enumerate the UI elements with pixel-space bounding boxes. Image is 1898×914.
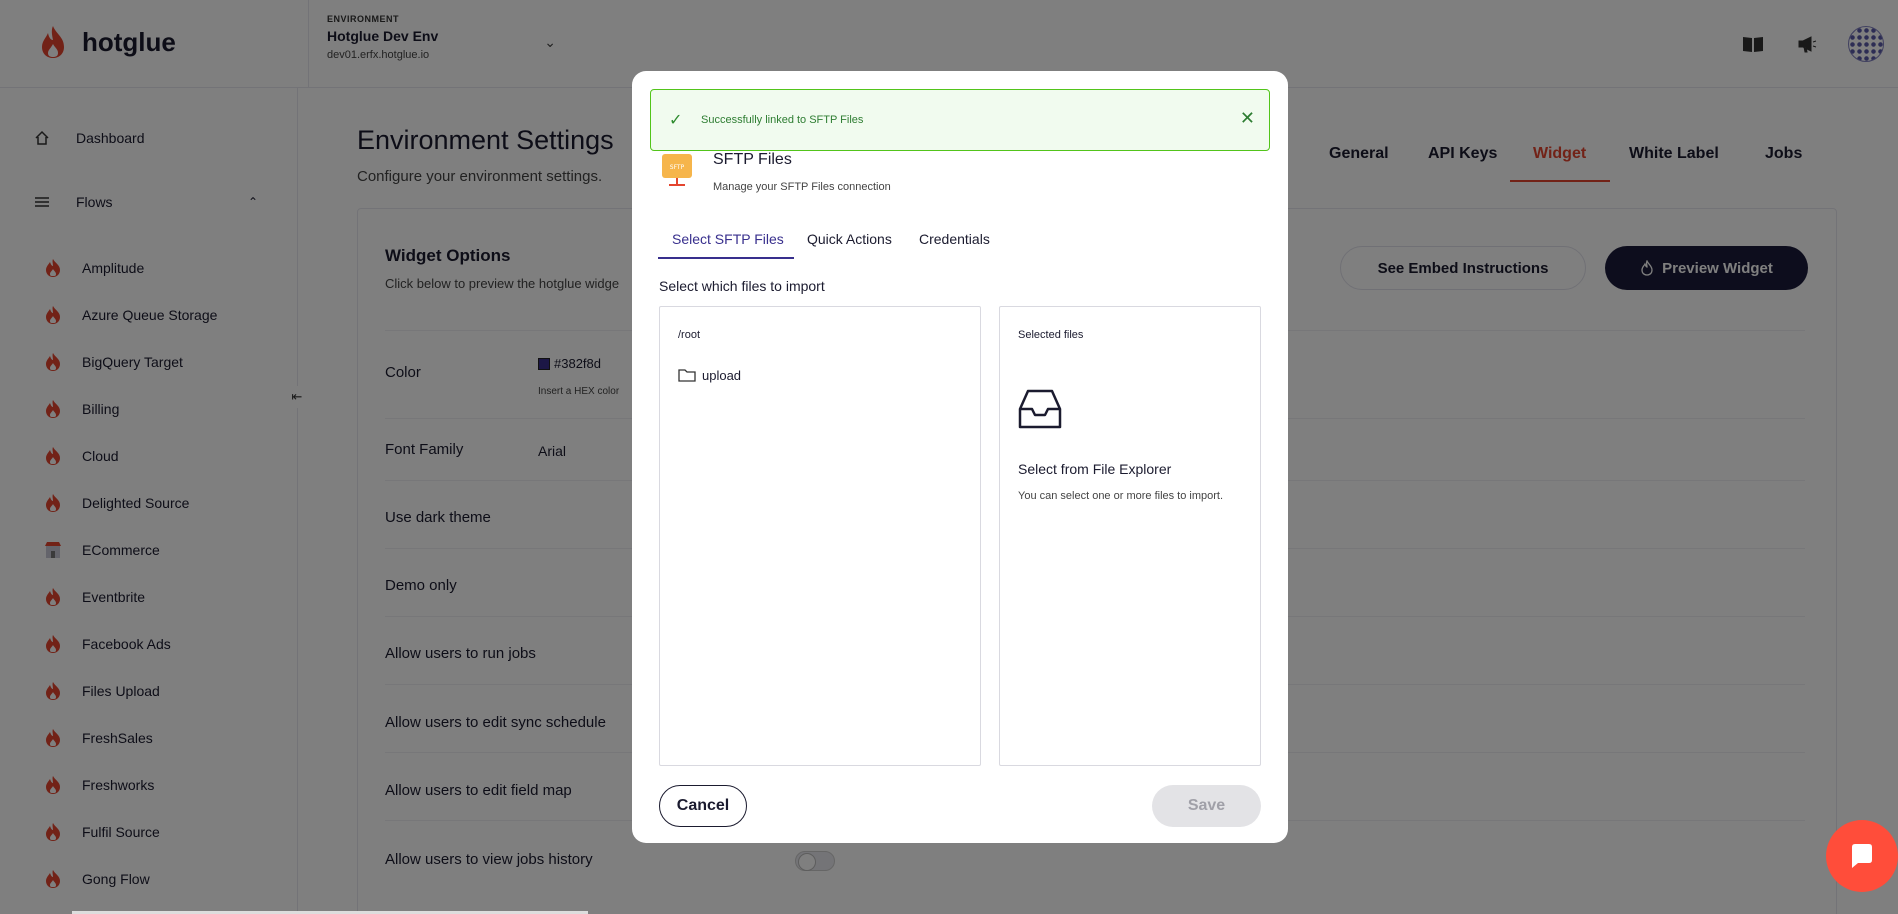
import-instruction: Select which files to import (659, 278, 825, 294)
tab-quick-actions[interactable]: Quick Actions (807, 231, 892, 247)
toast-message: Successfully linked to SFTP Files (701, 114, 864, 126)
modal-title: SFTP Files (713, 151, 792, 168)
checkmark-icon: ✓ (669, 112, 683, 129)
close-icon[interactable]: ✕ (1240, 108, 1255, 129)
selected-files-title: Selected files (1018, 329, 1084, 341)
modal-subtitle: Manage your SFTP Files connection (713, 181, 891, 193)
sftp-modal: ✓ Successfully linked to SFTP Files ✕ SF… (632, 71, 1288, 843)
cancel-button[interactable]: Cancel (659, 785, 747, 827)
tab-select-sftp-files[interactable]: Select SFTP Files (672, 231, 784, 247)
empty-state-heading: Select from File Explorer (1018, 461, 1172, 477)
sftp-logo-icon: SFTP (662, 154, 692, 186)
folder-item[interactable]: upload (678, 367, 741, 383)
folder-name: upload (702, 367, 742, 383)
inbox-icon (1018, 389, 1062, 429)
active-tab-indicator (658, 257, 794, 259)
chat-launcher[interactable] (1826, 820, 1898, 892)
current-path: /root (678, 329, 701, 341)
chat-icon (1852, 844, 1872, 868)
tab-credentials[interactable]: Credentials (919, 231, 990, 247)
file-explorer: /root upload (659, 306, 981, 766)
sftp-logo-text: SFTP (670, 164, 685, 171)
empty-state-help: You can select one or more files to impo… (1018, 490, 1224, 502)
success-toast: ✓ Successfully linked to SFTP Files ✕ (650, 89, 1270, 151)
save-button[interactable]: Save (1152, 785, 1261, 827)
selected-files-panel: Selected files Select from File Explorer… (999, 306, 1261, 766)
folder-icon (678, 369, 696, 382)
